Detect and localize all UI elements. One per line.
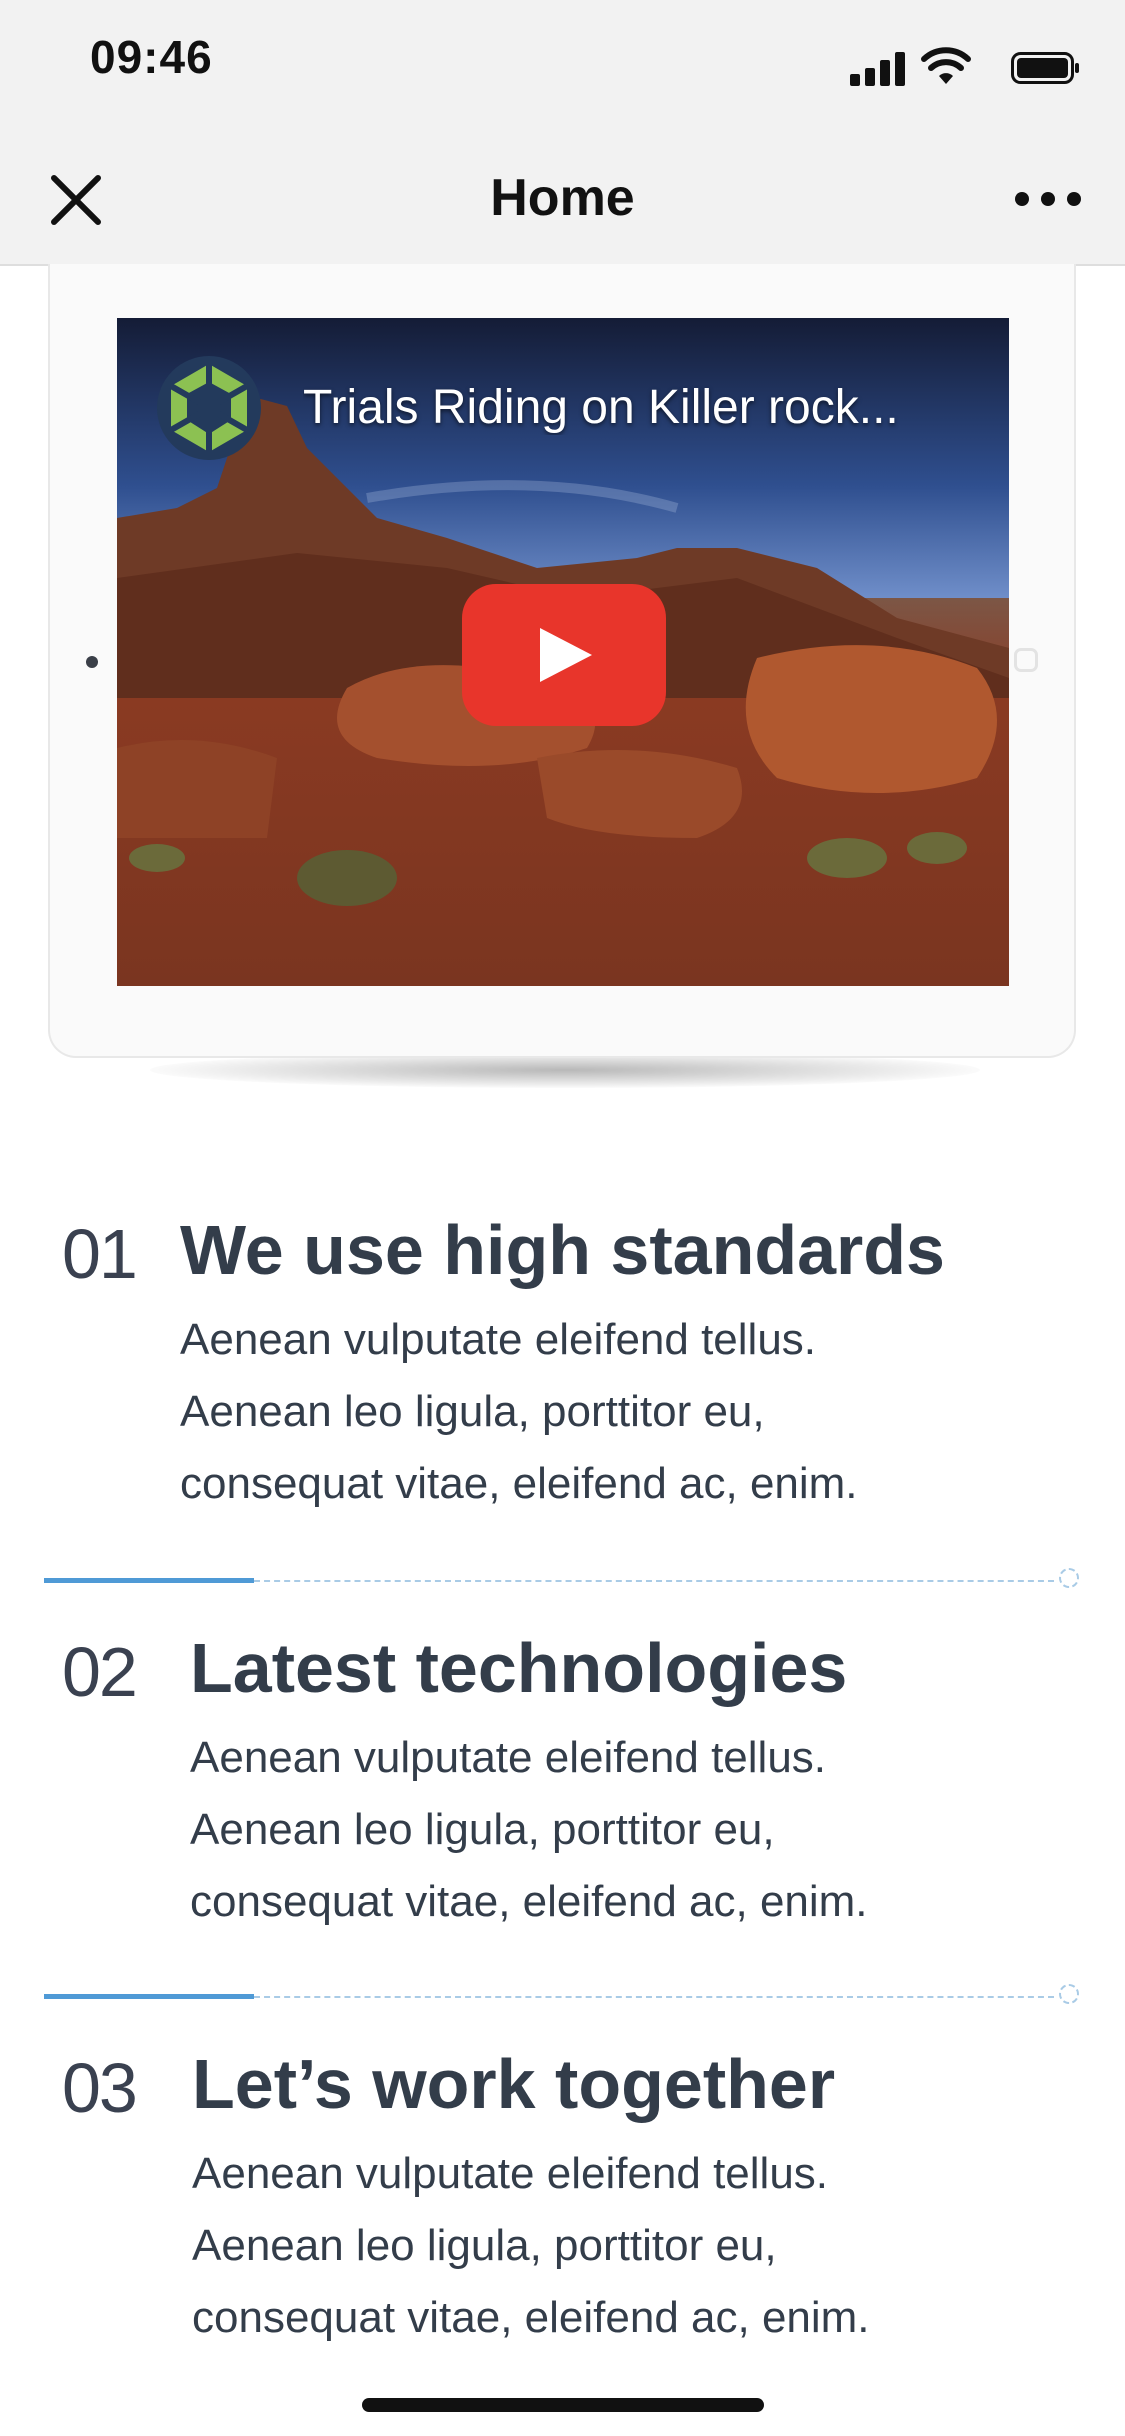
navigation-bar: Home [0, 132, 1125, 266]
video-title[interactable]: Trials Riding on Killer rock... [303, 380, 983, 435]
feature-description: Aenean vulputate eleifend tellus. Aenean… [190, 1733, 868, 1926]
status-time: 09:46 [90, 31, 213, 83]
tablet-camera [86, 656, 98, 668]
play-icon [540, 628, 592, 682]
feature-description: Aenean vulputate eleifend tellus. Aenean… [192, 2149, 870, 2342]
more-options-icon[interactable] [1015, 192, 1081, 208]
status-icons [821, 47, 1081, 90]
play-button[interactable] [462, 584, 666, 726]
feature-title: We use high standards [180, 1211, 945, 1289]
feature-description: Aenean vulputate eleifend tellus. Aenean… [180, 1315, 858, 1508]
feature-title: Latest technologies [190, 1629, 848, 1707]
wifi-icon [921, 47, 971, 84]
battery-icon [1011, 52, 1079, 84]
video-player[interactable]: Trials Riding on Killer rock... [117, 318, 1009, 986]
section-divider [44, 1984, 1079, 2004]
page-title: Home [490, 169, 635, 227]
status-bar: 09:46 [0, 0, 1125, 132]
home-indicator[interactable] [362, 2398, 764, 2412]
feature-title: Let’s work together [192, 2045, 836, 2123]
cellular-signal-icon [850, 50, 906, 86]
feature-number: 03 [62, 2049, 138, 2127]
tablet-home-button [1014, 648, 1038, 672]
channel-logo-icon [157, 356, 261, 460]
section-divider [44, 1568, 1079, 1588]
feature-number: 01 [62, 1215, 138, 1293]
feature-number: 02 [62, 1633, 138, 1711]
